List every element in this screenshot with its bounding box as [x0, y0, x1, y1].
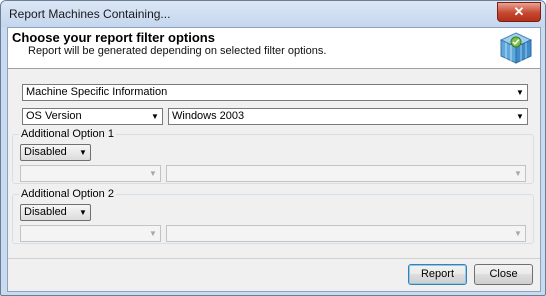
option-1-state-value: Disabled: [24, 146, 67, 158]
additional-option-1-legend: Additional Option 1: [19, 128, 116, 140]
chevron-down-icon[interactable]: ▼: [76, 205, 90, 220]
header-subtitle: Report will be generated depending on se…: [28, 45, 327, 57]
option-1-state-dropdown[interactable]: Disabled ▼: [20, 144, 91, 161]
filter-field-value: OS Version: [26, 110, 82, 122]
chevron-down-icon[interactable]: ▼: [513, 109, 527, 124]
report-button[interactable]: Report: [408, 264, 467, 285]
additional-option-2-group: Additional Option 2 Disabled ▼ ▼ ▼: [12, 188, 534, 244]
dialog-header: Choose your report filter options Report…: [8, 28, 540, 69]
option-2-value-dropdown[interactable]: ▼: [166, 225, 526, 242]
filter-value-dropdown[interactable]: Windows 2003 ▼: [168, 108, 528, 125]
title-bar[interactable]: Report Machines Containing... ✕: [1, 1, 545, 27]
window-close-button[interactable]: ✕: [497, 2, 541, 22]
option-1-value-dropdown[interactable]: ▼: [166, 165, 526, 182]
category-dropdown[interactable]: Machine Specific Information ▼: [22, 84, 528, 101]
dialog-client-area: Choose your report filter options Report…: [7, 27, 541, 292]
filter-value-text: Windows 2003: [172, 110, 245, 122]
chevron-down-icon[interactable]: ▼: [146, 226, 160, 241]
additional-option-2-legend: Additional Option 2: [19, 188, 116, 200]
option-2-state-value: Disabled: [24, 206, 67, 218]
close-button[interactable]: Close: [474, 264, 533, 285]
filter-field-dropdown[interactable]: OS Version ▼: [22, 108, 163, 125]
chevron-down-icon[interactable]: ▼: [513, 85, 527, 100]
header-title: Choose your report filter options: [12, 30, 215, 45]
chevron-down-icon[interactable]: ▼: [148, 109, 162, 124]
additional-option-1-group: Additional Option 1 Disabled ▼ ▼ ▼: [12, 128, 534, 184]
chevron-down-icon[interactable]: ▼: [146, 166, 160, 181]
window-title: Report Machines Containing...: [9, 7, 171, 21]
category-dropdown-value: Machine Specific Information: [26, 86, 168, 98]
chevron-down-icon[interactable]: ▼: [511, 226, 525, 241]
report-cube-icon: [499, 32, 533, 64]
option-2-field-dropdown[interactable]: ▼: [20, 225, 161, 242]
option-2-state-dropdown[interactable]: Disabled ▼: [20, 204, 91, 221]
option-1-field-dropdown[interactable]: ▼: [20, 165, 161, 182]
chevron-down-icon[interactable]: ▼: [76, 145, 90, 160]
footer-divider: [8, 258, 540, 259]
dialog-window: Report Machines Containing... ✕ Choose y…: [0, 0, 546, 296]
chevron-down-icon[interactable]: ▼: [511, 166, 525, 181]
